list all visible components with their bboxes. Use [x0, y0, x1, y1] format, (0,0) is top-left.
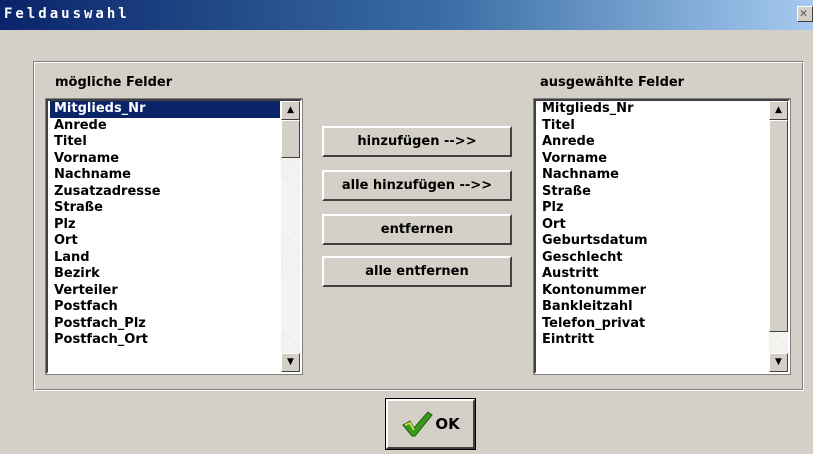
list-item[interactable]: Postfach_Plz — [50, 316, 280, 333]
arrow-up-icon: ▲ — [287, 105, 294, 115]
list-item[interactable]: Bankleitzahl — [538, 299, 768, 316]
ok-button[interactable]: OK — [385, 398, 476, 450]
available-fields-label: mögliche Felder — [55, 75, 173, 90]
list-item[interactable]: Austritt — [538, 266, 768, 283]
arrow-down-icon: ▼ — [775, 357, 782, 367]
remove-all-button[interactable]: alle entfernen — [322, 256, 512, 287]
scroll-up-button[interactable]: ▲ — [281, 101, 300, 120]
selected-fields-label: ausgewählte Felder — [540, 75, 685, 90]
list-item[interactable]: Mitglieds_Nr — [538, 101, 768, 118]
list-item[interactable]: Vorname — [538, 151, 768, 168]
list-item[interactable]: Anrede — [538, 134, 768, 151]
list-item[interactable]: Straße — [50, 200, 280, 217]
list-item[interactable]: Land — [50, 250, 280, 267]
list-item[interactable]: Titel — [538, 118, 768, 135]
close-button[interactable]: ✕ — [797, 6, 813, 22]
list-item[interactable]: Plz — [50, 217, 280, 234]
close-icon: ✕ — [799, 6, 811, 21]
ok-label: OK — [435, 415, 460, 433]
scroll-down-button[interactable]: ▼ — [281, 353, 300, 372]
list-item[interactable]: Kontonummer — [538, 283, 768, 300]
available-fields-scrollbar[interactable]: ▲ ▼ — [281, 101, 300, 372]
add-all-button[interactable]: alle hinzufügen -->> — [322, 170, 512, 201]
list-item[interactable]: Straße — [538, 184, 768, 201]
list-item[interactable]: Anrede — [50, 118, 280, 135]
list-item[interactable]: Verteiler — [50, 283, 280, 300]
list-item[interactable]: Postfach — [50, 299, 280, 316]
scroll-thumb[interactable] — [281, 120, 300, 158]
list-item[interactable]: Geschlecht — [538, 250, 768, 267]
list-item[interactable]: Ort — [538, 217, 768, 234]
checkmark-icon — [402, 411, 434, 437]
list-item[interactable]: Postfach_Ort — [50, 332, 280, 349]
title-bar: Feldauswahl ✕ — [0, 0, 813, 30]
list-item[interactable]: Bezirk — [50, 266, 280, 283]
add-button[interactable]: hinzufügen -->> — [322, 126, 512, 157]
arrow-up-icon: ▲ — [775, 105, 782, 115]
list-item[interactable]: Eintritt — [538, 332, 768, 349]
remove-button[interactable]: entfernen — [322, 214, 512, 245]
available-fields-list[interactable]: Mitglieds_Nr Anrede Titel Vorname Nachname Zu… — [45, 98, 303, 375]
selected-fields-list[interactable]: Mitglieds_Nr Titel Anrede Vorname Nachname St… — [533, 98, 791, 375]
list-item[interactable]: Vorname — [50, 151, 280, 168]
available-fields-items: Mitglieds_Nr Anrede Titel Vorname Nachname Zu… — [50, 101, 280, 349]
list-item[interactable]: Mitglieds_Nr — [50, 101, 280, 118]
selected-fields-scrollbar[interactable]: ▲ ▼ — [769, 101, 788, 372]
list-item[interactable]: Telefon_privat — [538, 316, 768, 333]
scroll-thumb[interactable] — [769, 120, 788, 332]
scroll-up-button[interactable]: ▲ — [769, 101, 788, 120]
list-item[interactable]: Nachname — [50, 167, 280, 184]
list-item[interactable]: Plz — [538, 200, 768, 217]
scroll-down-button[interactable]: ▼ — [769, 353, 788, 372]
list-item[interactable]: Geburtsdatum — [538, 233, 768, 250]
list-item[interactable]: Nachname — [538, 167, 768, 184]
arrow-down-icon: ▼ — [287, 357, 294, 367]
window-title: Feldauswahl — [4, 6, 130, 22]
selected-fields-items: Mitglieds_Nr Titel Anrede Vorname Nachname St… — [538, 101, 768, 349]
list-item[interactable]: Titel — [50, 134, 280, 151]
list-item[interactable]: Zusatzadresse — [50, 184, 280, 201]
list-item[interactable]: Ort — [50, 233, 280, 250]
